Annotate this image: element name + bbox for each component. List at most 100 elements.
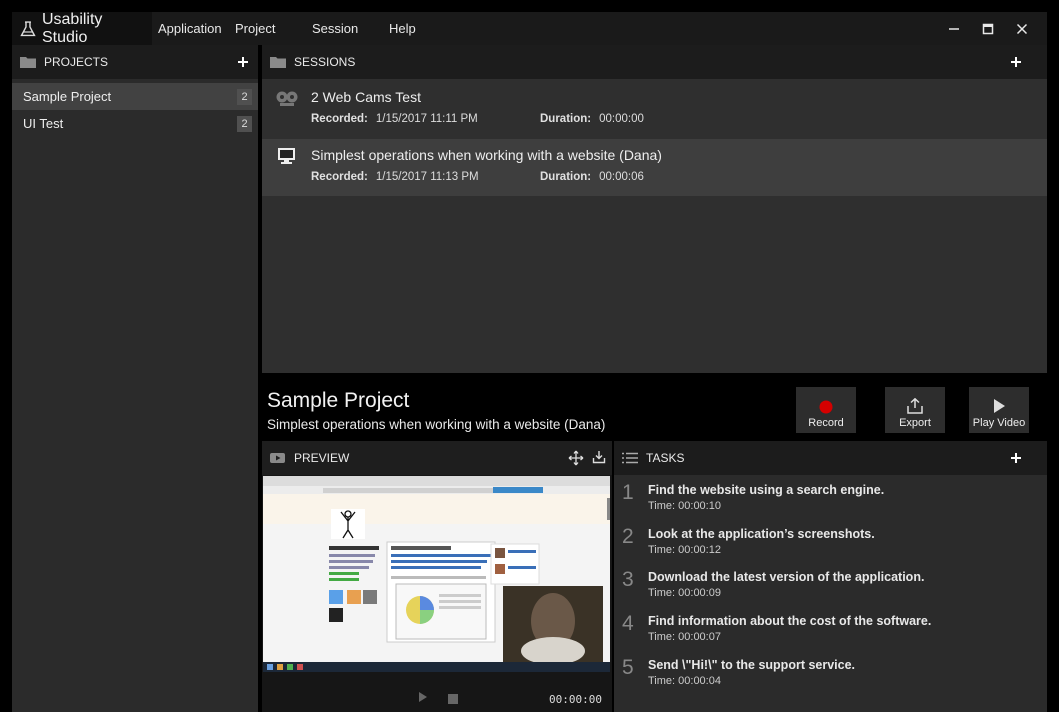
project-item-ui-test[interactable]: UI Test 2: [12, 110, 258, 137]
export-label: Export: [899, 417, 931, 429]
add-session-button[interactable]: [1007, 45, 1025, 79]
minimize-button[interactable]: [937, 12, 971, 45]
task-number: 3: [622, 568, 634, 591]
plus-icon: [238, 57, 248, 67]
close-icon: [1016, 23, 1028, 34]
task-number: 4: [622, 612, 634, 635]
duration-label: Duration:: [540, 113, 592, 125]
task-time: Time: 00:00:10: [648, 500, 721, 512]
project-title: Sample Project: [267, 389, 410, 412]
session-info-bar: Sample Project Simplest operations when …: [262, 379, 1047, 439]
preview-header: PREVIEW: [262, 441, 612, 475]
close-button[interactable]: [1005, 12, 1039, 45]
task-item[interactable]: 2 Look at the application’s screenshots.…: [614, 525, 1047, 565]
download-icon: [592, 451, 606, 464]
folder-icon: [20, 57, 36, 68]
preview-panel: PREVIEW 00:00:00: [262, 441, 612, 712]
plus-icon: [1011, 57, 1021, 67]
add-task-button[interactable]: [1007, 441, 1025, 475]
preview-play-button[interactable]: [418, 690, 428, 708]
task-item[interactable]: 3 Download the latest version of the app…: [614, 568, 1047, 608]
webcam-icon: [276, 91, 298, 106]
app-brand: Usability Studio: [12, 10, 152, 46]
play-icon: [419, 692, 427, 702]
add-project-button[interactable]: [234, 45, 252, 79]
session-title: Simplest operations when working with a …: [311, 147, 662, 163]
session-item[interactable]: Simplest operations when working with a …: [262, 139, 1047, 196]
task-number: 1: [622, 481, 634, 504]
task-name: Send \"Hi!\" to the support service.: [648, 658, 856, 672]
playback-time: 00:00:00: [549, 693, 602, 706]
session-duration: Duration: 00:00:06: [540, 171, 644, 183]
task-item[interactable]: 5 Send \"Hi!\" to the support service. T…: [614, 656, 1047, 696]
stop-icon: [448, 694, 458, 704]
list-icon: [622, 452, 638, 464]
task-time: Time: 00:00:07: [648, 631, 721, 643]
preview-stop-button[interactable]: [448, 691, 458, 709]
export-icon: [907, 398, 923, 414]
task-number: 2: [622, 525, 634, 548]
task-time: Time: 00:00:04: [648, 675, 721, 687]
task-name: Find information about the cost of the s…: [648, 614, 932, 628]
plus-icon: [1011, 453, 1021, 463]
recorded-value: 1/15/2017 11:13 PM: [375, 171, 479, 183]
task-name: Find the website using a search engine.: [648, 483, 885, 497]
projects-panel: PROJECTS Sample Project 2 UI Test 2: [12, 45, 258, 712]
minimize-icon: [949, 27, 959, 30]
folder-icon: [270, 57, 286, 68]
project-item-sample-project[interactable]: Sample Project 2: [12, 83, 258, 110]
title-bar: Usability Studio Application Project Ses…: [12, 10, 1047, 46]
tasks-header-label: TASKS: [646, 451, 685, 465]
tasks-panel: TASKS 1 Find the website using a search …: [614, 441, 1047, 712]
projects-header-label: PROJECTS: [44, 55, 109, 69]
save-frame-button[interactable]: [592, 450, 606, 467]
menu-application[interactable]: Application: [158, 12, 222, 45]
record-icon: [819, 400, 833, 414]
sessions-panel: SESSIONS 2 Web Cams Test Recorded: 1/15/2…: [262, 45, 1047, 373]
video-frame-thumbnail: [263, 476, 610, 672]
session-recorded: Recorded: 1/15/2017 11:11 PM: [311, 113, 478, 125]
project-name: UI Test: [23, 116, 64, 131]
move-icon: [568, 450, 584, 466]
window-border: [0, 0, 12, 712]
session-count-badge: 2: [237, 116, 252, 132]
preview-header-label: PREVIEW: [294, 451, 350, 465]
task-time: Time: 00:00:09: [648, 587, 721, 599]
export-button[interactable]: Export: [885, 387, 945, 433]
duration-value: 00:00:06: [599, 171, 644, 183]
menu-project[interactable]: Project: [235, 12, 275, 45]
app-title: Usability Studio: [41, 10, 103, 46]
recorded-label: Recorded:: [311, 171, 368, 183]
projects-header: PROJECTS: [12, 45, 258, 79]
session-duration: Duration: 00:00:00: [540, 113, 644, 125]
sessions-header-label: SESSIONS: [294, 55, 356, 69]
duration-value: 00:00:00: [599, 113, 644, 125]
session-item[interactable]: 2 Web Cams Test Recorded: 1/15/2017 11:11…: [262, 81, 1047, 138]
task-time: Time: 00:00:12: [648, 544, 721, 556]
sessions-header: SESSIONS: [262, 45, 1047, 79]
tasks-header: TASKS: [614, 441, 1047, 475]
maximize-button[interactable]: [971, 12, 1005, 45]
playback-controls: 00:00:00: [262, 676, 612, 712]
video-preview[interactable]: [263, 476, 610, 672]
session-recorded: Recorded: 1/15/2017 11:13 PM: [311, 171, 479, 183]
task-name: Download the latest version of the appli…: [648, 570, 925, 584]
move-button[interactable]: [568, 450, 584, 469]
monitor-icon: [278, 148, 295, 164]
record-button[interactable]: Record: [796, 387, 856, 433]
maximize-icon: [982, 23, 994, 34]
task-item[interactable]: 4 Find information about the cost of the…: [614, 612, 1047, 652]
session-count-badge: 2: [237, 89, 252, 105]
recorded-label: Recorded:: [311, 113, 368, 125]
duration-label: Duration:: [540, 171, 592, 183]
task-number: 5: [622, 656, 634, 679]
task-item[interactable]: 1 Find the website using a search engine…: [614, 481, 1047, 521]
play-video-button[interactable]: Play Video: [969, 387, 1029, 433]
menu-session[interactable]: Session: [312, 12, 358, 45]
play-video-label: Play Video: [972, 417, 1026, 429]
menu-help[interactable]: Help: [389, 12, 416, 45]
project-name: Sample Project: [23, 89, 112, 104]
play-icon: [994, 399, 1005, 413]
session-subtitle: Simplest operations when working with a …: [267, 417, 606, 432]
video-icon: [270, 453, 285, 463]
